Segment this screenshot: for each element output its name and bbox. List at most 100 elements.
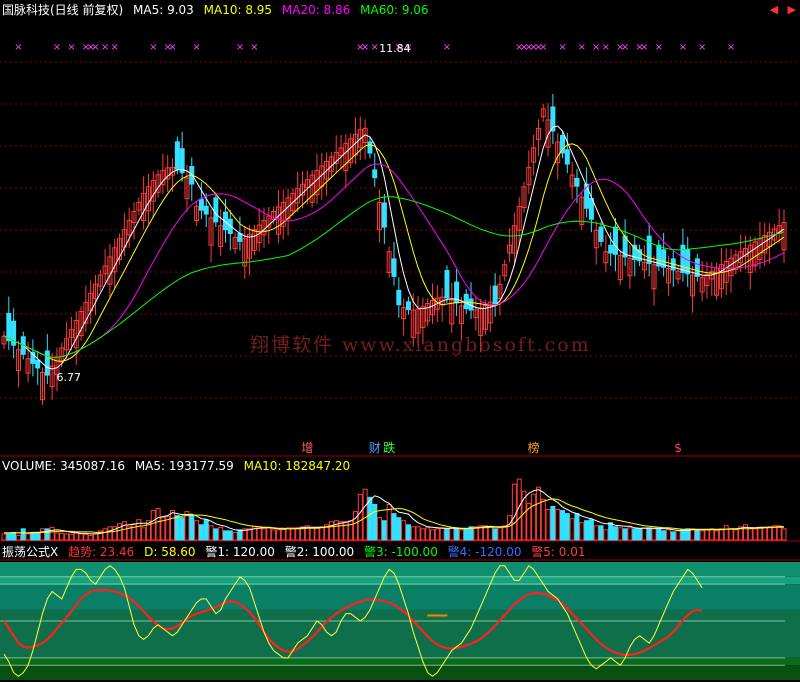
volume-bar — [651, 528, 657, 541]
candle-body — [463, 293, 469, 310]
volume-bar — [781, 528, 787, 541]
volume-bar — [733, 529, 739, 541]
volume-bar — [102, 528, 108, 541]
event-label: $ — [674, 441, 682, 455]
signal-mark: × — [558, 42, 566, 53]
volume-bar — [377, 517, 383, 541]
volume-bar — [35, 532, 41, 541]
ma60-label: MA60: 9.06 — [360, 3, 429, 17]
volume-bar — [1, 533, 7, 541]
volume-bar — [213, 528, 219, 541]
volume-header: VOLUME: 345087.16 MA5: 193177.59 MA10: 1… — [2, 459, 356, 473]
volume-bar — [670, 531, 676, 541]
volume-bar — [622, 528, 628, 541]
event-label: 增 — [301, 441, 313, 455]
volume-bar — [555, 509, 561, 541]
volume-bar — [535, 486, 541, 541]
volume-bar — [92, 533, 98, 541]
volume-bar — [425, 527, 431, 541]
volume-bar — [309, 527, 315, 541]
volume-bar — [121, 521, 127, 541]
volume-bar — [617, 527, 623, 541]
candle-body — [381, 202, 387, 228]
volume-bar — [189, 515, 195, 541]
trend-label: 趋势: 23.46 — [68, 545, 135, 559]
candle-body — [598, 226, 604, 242]
price-annotation: 6.77 — [57, 371, 82, 384]
signal-mark: × — [592, 42, 600, 53]
volume-ma5: MA5: 193177.59 — [134, 459, 234, 473]
volume-bar — [222, 530, 228, 541]
volume-bar — [381, 520, 387, 541]
stock-title: 国脉科技(日线 前复权) — [2, 3, 124, 17]
volume-bar — [680, 529, 686, 541]
volume-bar — [218, 526, 224, 541]
alert3-label: 警3: -100.00 — [364, 545, 438, 559]
volume-bar — [64, 533, 70, 541]
signal-mark: × — [539, 42, 547, 53]
volume-bar — [487, 526, 493, 541]
candle-body — [367, 141, 373, 154]
volume-bar — [704, 529, 710, 541]
volume-bar — [747, 527, 753, 541]
price-annotation: 11.84 — [379, 42, 411, 55]
candle-body — [685, 249, 691, 275]
volume-bar — [757, 527, 763, 541]
volume-bar — [545, 509, 551, 541]
volume-bar — [15, 534, 21, 541]
volume-bar — [131, 523, 137, 541]
candle-body — [372, 169, 378, 179]
volume-bar — [275, 529, 281, 541]
arrow-left-icon[interactable]: ◀ — [770, 3, 778, 16]
signal-mark: × — [14, 42, 22, 53]
volume-bar — [68, 533, 74, 541]
volume-bar — [579, 522, 585, 541]
ma10-label: MA10: 8.95 — [203, 3, 273, 17]
volume-bar — [531, 493, 537, 541]
volume-bar — [699, 530, 705, 541]
volume-bar — [608, 522, 614, 541]
volume-bar — [637, 528, 643, 541]
volume-bar — [155, 508, 161, 541]
volume-bar — [405, 524, 411, 541]
candle-body — [203, 205, 209, 215]
candle-body — [174, 141, 180, 170]
volume-bar — [314, 527, 320, 541]
ma5-label: MA5: 9.03 — [133, 3, 194, 17]
volume-bar — [372, 503, 378, 541]
volume-ma10: MA10: 182847.20 — [243, 459, 351, 473]
volume-bar — [150, 510, 156, 541]
ma20-label: MA20: 8.86 — [281, 3, 351, 17]
signal-mark: × — [101, 42, 109, 53]
volume-bar — [391, 513, 397, 541]
candle-body — [444, 270, 450, 299]
volume-bar — [612, 526, 618, 541]
volume-bar — [767, 526, 773, 541]
arrow-right-icon[interactable]: ▶ — [788, 3, 796, 16]
candle-body — [44, 350, 50, 376]
volume-bar — [247, 528, 253, 541]
candle-body — [6, 312, 12, 342]
candle-body — [608, 244, 614, 254]
volume-bar — [728, 528, 734, 541]
signal-mark: × — [640, 42, 648, 53]
signal-mark: × — [655, 42, 663, 53]
volume-bar — [752, 528, 758, 541]
signal-mark: × — [698, 42, 706, 53]
nav-controls: ◀ ▶ — [764, 3, 796, 16]
volume-bar — [396, 517, 402, 541]
volume-bar — [280, 528, 286, 541]
volume-bar — [285, 527, 291, 541]
volume-bar — [718, 528, 724, 541]
volume-bar — [560, 510, 566, 541]
indicator-band — [0, 562, 800, 577]
volume-bar — [661, 530, 667, 541]
signal-mark: × — [91, 42, 99, 53]
signal-mark: × — [727, 42, 735, 53]
candle-body — [35, 359, 41, 369]
volume-bar — [627, 527, 633, 541]
volume-bar — [574, 513, 580, 541]
volume-bar — [11, 531, 17, 541]
signal-mark: × — [578, 42, 586, 53]
volume-bar — [454, 528, 460, 541]
